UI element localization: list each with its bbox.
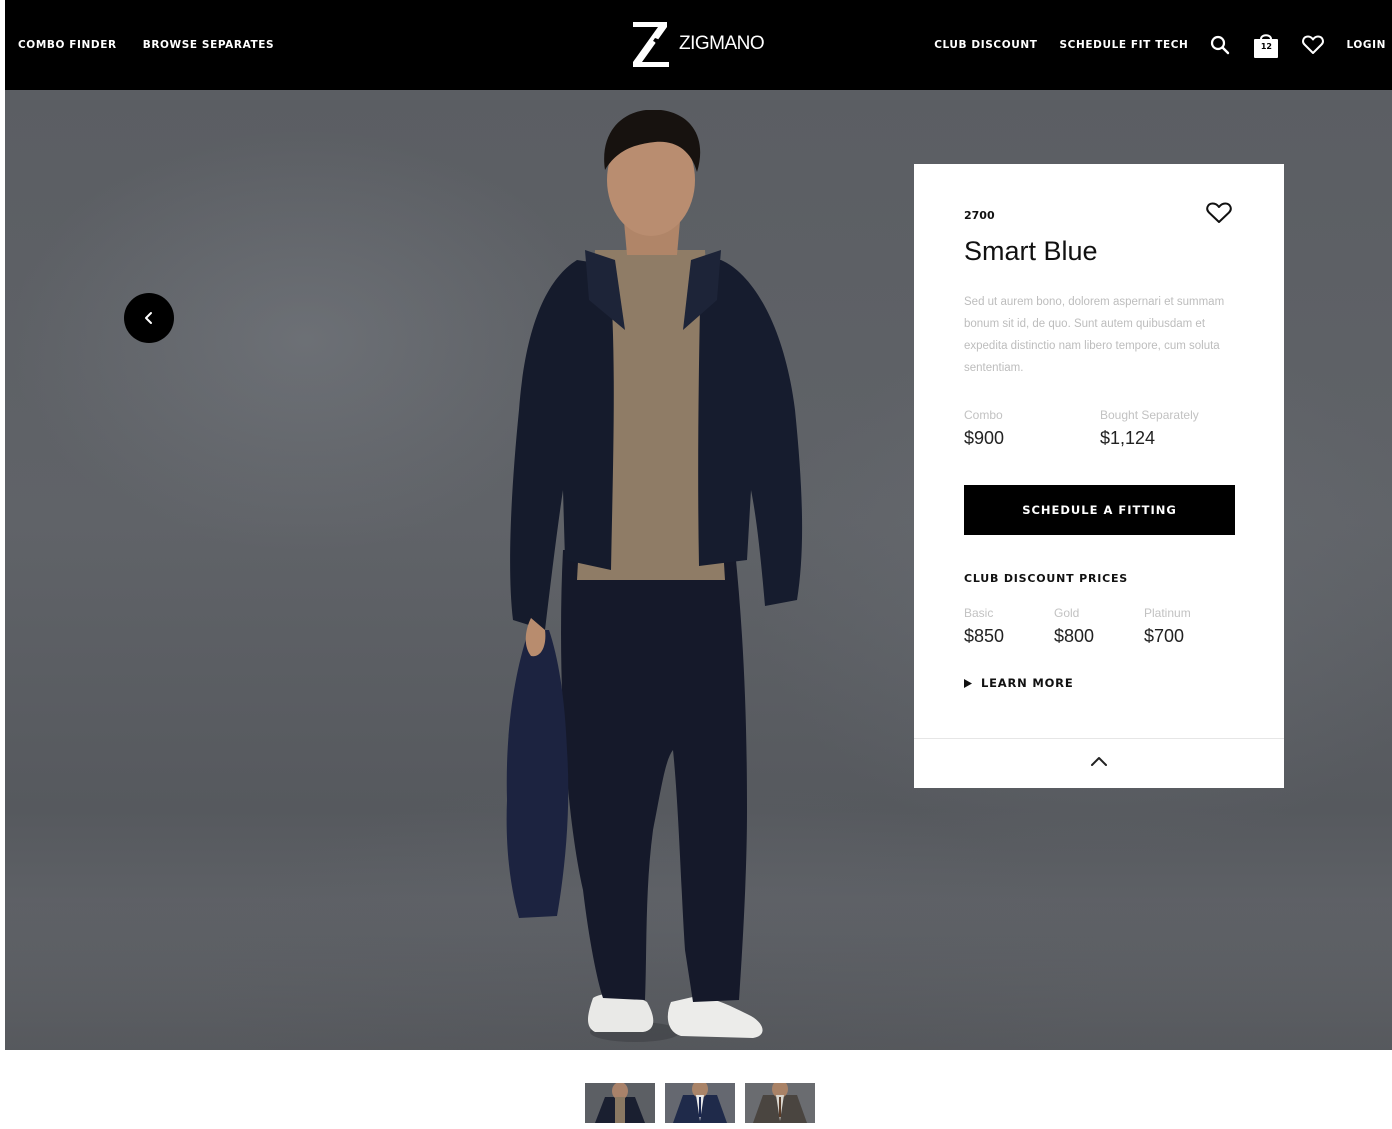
card-divider [914,738,1284,739]
thumbnail-1[interactable] [585,1083,655,1123]
nav-schedule-fit-tech[interactable]: SCHEDULE FIT TECH [1060,39,1189,51]
product-sku: 2700 [964,209,995,222]
chevron-up-icon[interactable] [1089,753,1109,769]
thumbnail-3[interactable] [745,1083,815,1123]
secondary-nav: CLUB DISCOUNT SCHEDULE FIT TECH 12 LOGIN [934,0,1386,90]
club-discount-heading: CLUB DISCOUNT PRICES [964,572,1129,585]
tier-price: $800 [1054,626,1095,646]
nav-combo-finder[interactable]: COMBO FINDER [18,39,117,51]
thumbnail-2[interactable] [665,1083,735,1123]
nav-browse-separates[interactable]: BROWSE SEPARATES [143,39,274,51]
product-card: 2700 Smart Blue Sed ut aurem bono, dolor… [914,164,1284,788]
learn-more-label: LEARN MORE [981,676,1074,690]
product-description: Sed ut aurem bono, dolorem aspernari et … [964,296,1225,374]
separate-price: $1,124 [1100,428,1156,448]
tier-platinum: Platinum $700 [1144,606,1234,647]
club-tier-prices: Basic $850 Gold $800 Platinum $700 [964,606,1236,647]
wishlist-heart-icon[interactable] [1302,35,1325,55]
combo-price-block: Combo $900 [964,408,1100,449]
tier-label: Gold [1054,606,1080,620]
tier-label: Platinum [1144,606,1191,620]
learn-more-link[interactable]: LEARN MORE [964,676,1074,690]
chevron-left-icon [145,312,152,324]
price-comparison: Combo $900 Bought Separately $1,124 [964,408,1236,449]
model-photo [506,110,803,1042]
page: COMBO FINDER BROWSE SEPARATES ZIGMANO CL… [5,0,1392,1129]
carousel-prev-button[interactable] [124,293,174,343]
tier-label: Basic [964,606,994,620]
zigmano-logo-icon [633,22,669,67]
schedule-fitting-button[interactable]: SCHEDULE A FITTING [964,485,1235,535]
combo-price: $900 [964,428,1005,448]
top-navigation: COMBO FINDER BROWSE SEPARATES ZIGMANO CL… [5,0,1392,90]
brand-name: ZIGMANO [679,33,765,54]
hero-image: 2700 Smart Blue Sed ut aurem bono, dolor… [5,90,1392,1050]
combo-price-label: Combo [964,408,1003,422]
nav-club-discount[interactable]: CLUB DISCOUNT [934,39,1037,51]
tier-basic: Basic $850 [964,606,1054,647]
play-triangle-icon [964,678,972,688]
search-icon[interactable] [1210,35,1230,55]
primary-nav: COMBO FINDER BROWSE SEPARATES [18,0,274,90]
bag-count-badge: 12 [1260,42,1272,51]
product-title: Smart Blue [964,236,1098,266]
separate-price-block: Bought Separately $1,124 [1100,408,1236,449]
shopping-bag-icon[interactable]: 12 [1252,31,1280,59]
brand-logo[interactable]: ZIGMANO [629,18,765,70]
tier-price: $850 [964,626,1005,646]
tier-gold: Gold $800 [1054,606,1144,647]
separate-price-label: Bought Separately [1100,408,1199,422]
thumbnail-strip [585,1083,815,1123]
favorite-heart-icon[interactable] [1206,202,1232,229]
login-link[interactable]: LOGIN [1346,39,1386,51]
tier-price: $700 [1144,626,1185,646]
